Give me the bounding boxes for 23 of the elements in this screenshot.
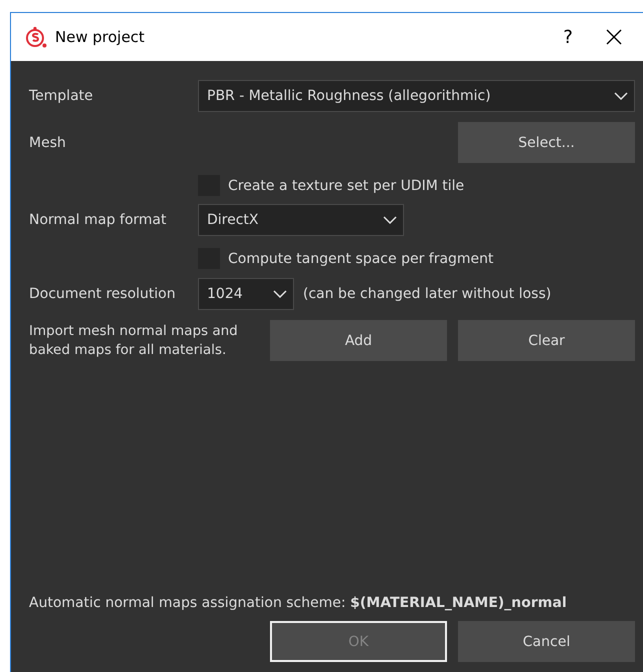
normal-map-format-dropdown[interactable]: DirectX: [198, 204, 404, 236]
normal-map-format-label: Normal map format: [29, 212, 168, 228]
checkbox-label: Create a texture set per UDIM tile: [228, 178, 464, 194]
import-button[interactable]: Add: [270, 320, 447, 361]
checkbox-label: Compute tangent space per fragment: [228, 250, 494, 266]
select-button[interactable]: Select...: [458, 122, 635, 163]
chevron-down-icon: [273, 290, 287, 298]
chevron-down-icon: [383, 216, 397, 224]
resolution-dropdown[interactable]: 1024: [198, 278, 294, 310]
app-logo-icon: [25, 26, 47, 48]
dialog-button[interactable]: Cancel: [458, 621, 635, 662]
template-label: Template: [29, 88, 94, 104]
resolution-note: (can be changed later without loss): [303, 286, 552, 302]
chevron-down-icon: [614, 92, 628, 100]
mesh-label: Mesh: [29, 134, 67, 150]
close-icon: [606, 29, 622, 45]
import-button[interactable]: Clear: [458, 320, 635, 361]
import-maps-label: Import mesh normal maps and baked maps for all materials.: [29, 322, 239, 360]
resolution-label: Document resolution: [29, 286, 176, 302]
window-title: New project: [55, 28, 146, 46]
help-button[interactable]: ?: [545, 17, 591, 57]
template-dropdown[interactable]: PBR - Metallic Roughness (allegorithmic): [198, 80, 635, 112]
naming-scheme-text: Automatic normal maps assignation scheme: $(MATERIAL_NAME)_normal: [29, 595, 568, 611]
